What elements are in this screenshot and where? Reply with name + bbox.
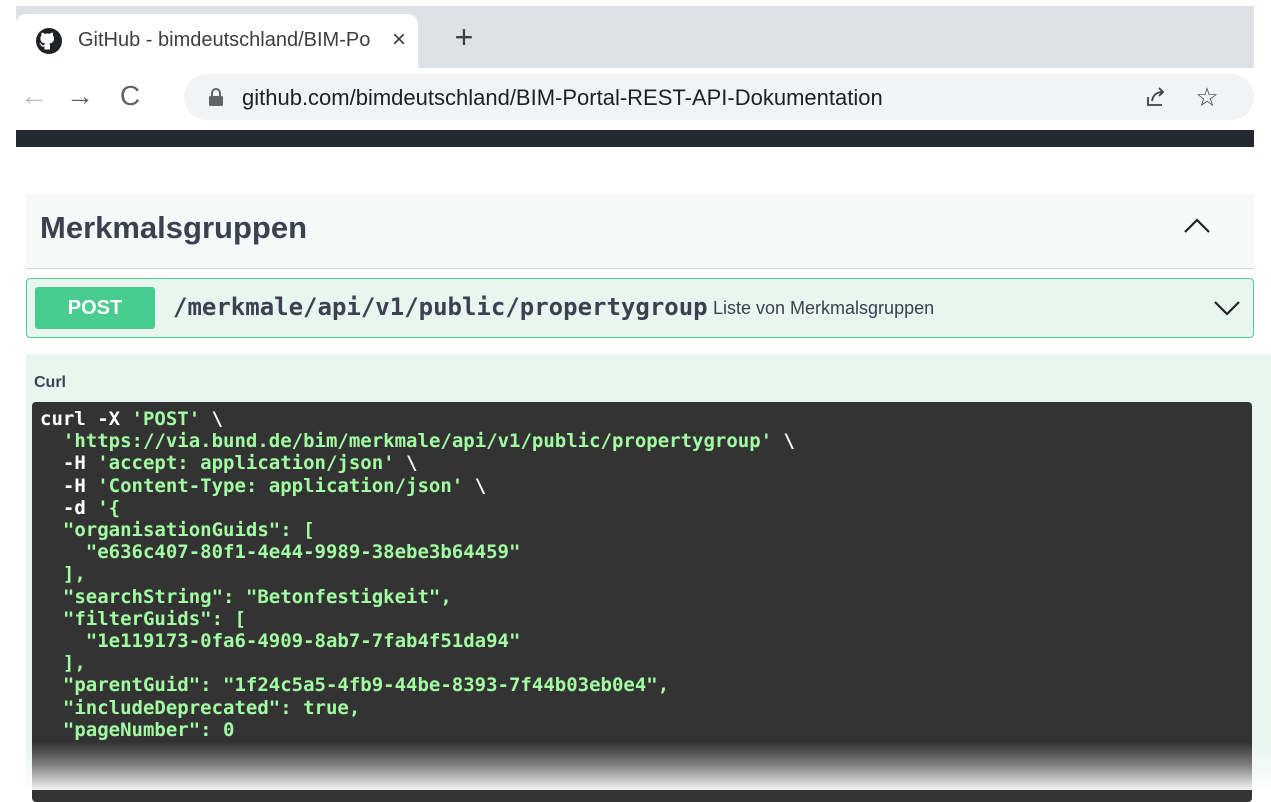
- code-line: ],: [40, 563, 795, 585]
- tab-title: GitHub - bimdeutschland/BIM-Po: [78, 29, 371, 51]
- code-token: curl -X: [40, 408, 132, 430]
- code-string: '{: [97, 496, 121, 519]
- chevron-up-icon[interactable]: [1182, 216, 1212, 236]
- back-button[interactable]: ←: [16, 78, 52, 114]
- section-title: Merkmalsgruppen: [40, 210, 308, 245]
- code-token: -d: [40, 496, 98, 519]
- code-token: \: [772, 430, 795, 453]
- method-badge: POST: [35, 287, 155, 329]
- code-string: "includeDeprecated": true,: [40, 696, 361, 719]
- code-string: 'POST': [131, 408, 201, 430]
- code-line: 'https://via.bund.de/bim/merkmale/api/v1…: [40, 430, 795, 452]
- browser-tab[interactable]: GitHub - bimdeutschland/BIM-Po ×: [16, 14, 418, 68]
- code-string: "parentGuid": "1f24c5a5-4fb9-44be-8393-7…: [40, 674, 670, 697]
- code-string: "1e119173-0fa6-4909-8ab7-7fab4f51da94": [40, 630, 521, 653]
- code-string: "searchString": "Betonfestigkeit",: [40, 585, 452, 608]
- code-string: "pageNumber": 0: [40, 718, 235, 741]
- code-line: "1e119173-0fa6-4909-8ab7-7fab4f51da94": [40, 630, 795, 652]
- code-string: 'Content-Type: application/json': [97, 474, 464, 497]
- browser-tabstrip: GitHub - bimdeutschland/BIM-Po × +: [16, 6, 1254, 68]
- code-line: "includeDeprecated": true,: [40, 697, 795, 719]
- code-line: "pageNumber": 0: [40, 719, 795, 741]
- code-string: ],: [40, 563, 86, 586]
- github-header-bar: [16, 130, 1254, 147]
- code-line: -H 'accept: application/json' \: [40, 452, 795, 474]
- tab-close-icon[interactable]: ×: [388, 26, 410, 54]
- code-token: \: [200, 408, 224, 430]
- code-string: ],: [40, 652, 86, 675]
- browser-toolbar: ← → C github.com/bimdeutschland/BIM-Port…: [16, 68, 1254, 128]
- code-line: curl -X 'POST' \: [40, 408, 795, 430]
- forward-button[interactable]: →: [62, 78, 98, 114]
- code-token: \: [394, 452, 418, 475]
- curl-code-block[interactable]: curl -X 'POST' \ 'https://via.bund.de/bi…: [32, 402, 1252, 802]
- reload-button[interactable]: C: [112, 78, 148, 114]
- operation-path: /merkmale/api/v1/public/propertygroup: [173, 293, 708, 321]
- chevron-down-icon[interactable]: [1213, 299, 1241, 317]
- share-icon[interactable]: [1144, 85, 1168, 109]
- new-tab-button[interactable]: +: [448, 21, 480, 54]
- code-line: "e636c407-80f1-4e44-9989-38ebe3b64459": [40, 541, 795, 563]
- curl-section: Curl curl -X 'POST' \ 'https://via.bund.…: [26, 354, 1271, 802]
- code-token: -H: [40, 452, 98, 475]
- code-string: "organisationGuids": [: [40, 519, 315, 542]
- code-token: \: [463, 474, 487, 497]
- code-line: "filterGuids": [: [40, 608, 795, 630]
- operation-description: Liste von Merkmalsgruppen: [713, 298, 935, 318]
- lock-icon[interactable]: [208, 87, 224, 107]
- code-line: "parentGuid": "1f24c5a5-4fb9-44be-8393-7…: [40, 674, 795, 696]
- code-line: "organisationGuids": [: [40, 519, 795, 541]
- github-icon: [36, 28, 62, 54]
- section-header[interactable]: Merkmalsgruppen: [26, 194, 1254, 269]
- code-string: "filterGuids": [: [40, 607, 246, 630]
- curl-label: Curl: [34, 374, 66, 391]
- curl-command[interactable]: curl -X 'POST' \ 'https://via.bund.de/bi…: [40, 408, 795, 741]
- code-line: ],: [40, 652, 795, 674]
- code-line: -d '{: [40, 497, 795, 519]
- address-bar[interactable]: github.com/bimdeutschland/BIM-Portal-RES…: [184, 74, 1254, 120]
- url-text[interactable]: github.com/bimdeutschland/BIM-Portal-RES…: [242, 85, 883, 111]
- code-line: "searchString": "Betonfestigkeit",: [40, 586, 795, 608]
- code-string: 'https://via.bund.de/bim/merkmale/api/v1…: [62, 430, 773, 453]
- code-string: "e636c407-80f1-4e44-9989-38ebe3b64459": [40, 541, 521, 564]
- bookmark-star-icon[interactable]: ☆: [1192, 80, 1222, 114]
- code-string: 'accept: application/json': [97, 452, 395, 475]
- code-token: -H: [40, 474, 98, 497]
- code-line: -H 'Content-Type: application/json' \: [40, 475, 795, 497]
- operation-summary[interactable]: POST /merkmale/api/v1/public/propertygro…: [26, 278, 1254, 338]
